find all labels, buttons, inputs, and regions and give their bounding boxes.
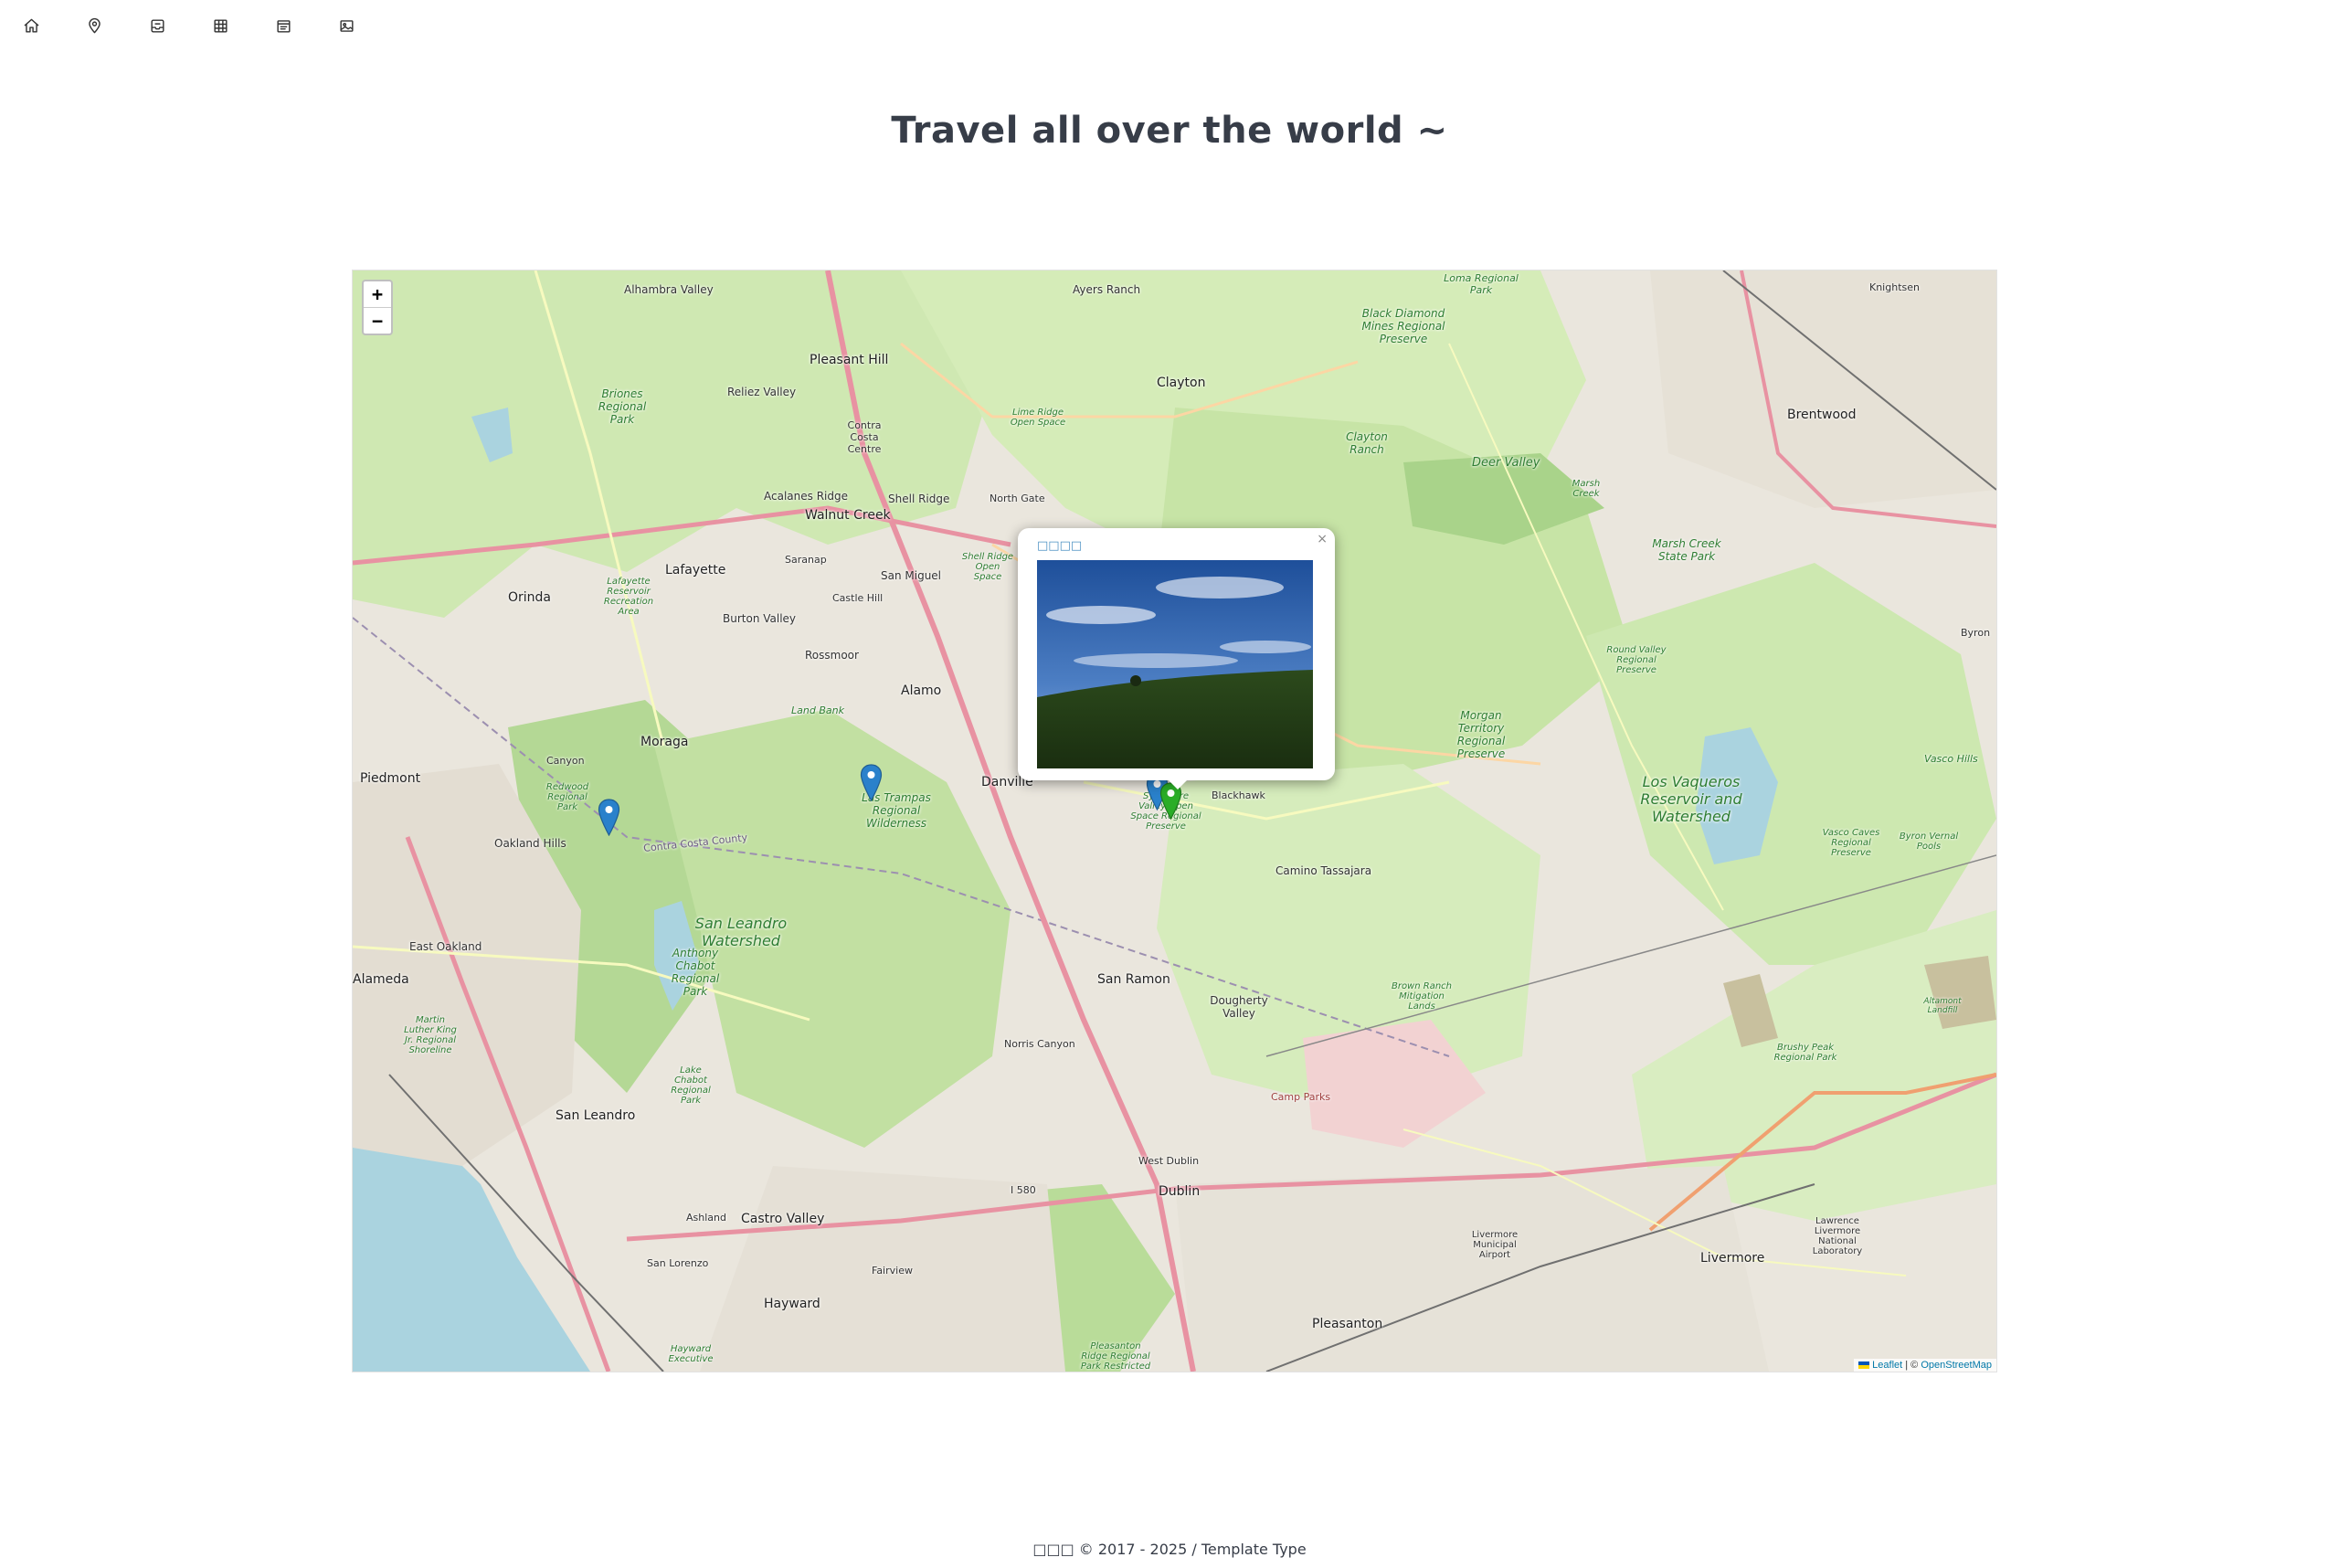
- calendar-list-icon[interactable]: [270, 13, 296, 38]
- map-label: Marsh Creek: [1572, 479, 1601, 499]
- map-label: Canyon: [546, 755, 585, 767]
- map-label: Dublin: [1159, 1184, 1201, 1199]
- leaflet-link[interactable]: Leaflet: [1872, 1360, 1902, 1371]
- map-label: Walnut Creek: [805, 508, 891, 523]
- map-label: Dougherty Valley: [1210, 994, 1268, 1020]
- map-label: Knightsen: [1869, 281, 1920, 293]
- map-label: Vasco Caves Regional Preserve: [1822, 828, 1880, 858]
- map-label: Shell Ridge: [888, 493, 950, 505]
- map-label: Moraga: [640, 735, 689, 749]
- map-label: Black Diamond Mines Regional Preserve: [1361, 307, 1445, 345]
- map-label: Deer Valley: [1472, 456, 1540, 470]
- map-label: Brown Ranch Mitigation Lands: [1391, 981, 1453, 1012]
- map-label: Saranap: [785, 554, 827, 566]
- map-label: Byron Vernal Pools: [1899, 832, 1959, 852]
- map-label: Shell Ridge Open Space: [961, 552, 1014, 582]
- map-label: Castle Hill: [832, 592, 884, 604]
- map-label: Brentwood: [1787, 408, 1857, 422]
- map-marker[interactable]: [598, 799, 620, 836]
- map-label: Fairview: [872, 1265, 913, 1277]
- map-attribution: Leaflet | © OpenStreetMap: [1854, 1359, 1996, 1372]
- map-label: Burton Valley: [723, 612, 797, 625]
- map-label: Land Bank: [791, 705, 844, 716]
- table-icon[interactable]: [207, 13, 233, 38]
- map-label: Camino Tassajara: [1275, 864, 1372, 877]
- map-label: San Leandro: [556, 1108, 636, 1123]
- map-label: Los Vaqueros Reservoir and Watershed: [1640, 773, 1742, 825]
- home-icon[interactable]: [18, 13, 44, 38]
- map-label: Brushy Peak Regional Park: [1773, 1043, 1837, 1063]
- map-label: Rossmoor: [805, 649, 859, 662]
- map-label: Morgan Territory Regional Preserve: [1456, 709, 1506, 760]
- map-label: Livermore Municipal Airport: [1471, 1230, 1519, 1260]
- map-label: Lime Ridge Open Space: [1010, 408, 1066, 428]
- map-label: Clayton: [1157, 376, 1206, 390]
- inbox-icon[interactable]: [144, 13, 170, 38]
- map-label: Oakland Hills: [494, 837, 566, 850]
- map-label: Ayers Ranch: [1073, 283, 1141, 296]
- top-nav: [0, 0, 2339, 51]
- map-label: Lake Chabot Regional Park: [671, 1065, 711, 1106]
- map-label: Lawrence Livermore National Laboratory: [1812, 1216, 1863, 1256]
- map-label: Alamo: [901, 683, 942, 698]
- image-icon[interactable]: [333, 13, 359, 38]
- map-label: Pleasanton: [1312, 1317, 1383, 1331]
- map-label: Vasco Hills: [1924, 753, 1978, 765]
- map-label: West Dublin: [1138, 1155, 1200, 1167]
- popup-title[interactable]: □□□□: [1037, 539, 1082, 553]
- map-popup: × □□□□: [1018, 528, 1335, 789]
- map-label: San Leandro Watershed: [694, 915, 788, 949]
- map-label: San Miguel: [881, 569, 942, 582]
- map-label: Piedmont: [360, 771, 421, 786]
- osm-link[interactable]: OpenStreetMap: [1921, 1360, 1992, 1371]
- map-label: Contra Costa Centre: [847, 419, 882, 455]
- ukraine-flag-icon: [1858, 1361, 1870, 1370]
- map-label: Pleasanton Ridge Regional Park Restricte…: [1080, 1341, 1151, 1372]
- map-label: Redwood Regional Park: [545, 782, 589, 812]
- map-label: Norris Canyon: [1004, 1038, 1075, 1050]
- map-label: Castro Valley: [741, 1212, 825, 1226]
- map-label: Clayton Ranch: [1346, 430, 1388, 456]
- map-label: San Lorenzo: [647, 1257, 709, 1269]
- zoom-control: + −: [362, 280, 393, 335]
- map-label: I 580: [1011, 1184, 1036, 1196]
- map-label: Loma Regional Park: [1444, 272, 1519, 296]
- popup-photo: [1037, 560, 1313, 768]
- map-label: Hayward: [764, 1297, 820, 1311]
- popup-tip: [1167, 779, 1189, 789]
- map-label: East Oakland: [409, 940, 482, 953]
- map-label: Round Valley Regional Preserve: [1606, 645, 1667, 675]
- zoom-out-button[interactable]: −: [364, 307, 391, 334]
- map-label: North Gate: [990, 493, 1045, 504]
- map-label: Livermore: [1700, 1251, 1765, 1266]
- map-label: Altamont Landfill: [1923, 997, 1962, 1015]
- page-title: Travel all over the world ~: [891, 110, 1448, 152]
- map-label: Acalanes Ridge: [764, 490, 848, 503]
- map-label: Anthony Chabot Regional Park: [671, 947, 720, 998]
- map-marker[interactable]: [860, 764, 883, 801]
- map-pin-icon[interactable]: [81, 13, 107, 38]
- map-label: Briones Regional Park: [598, 387, 647, 426]
- map-label: Orinda: [508, 590, 552, 605]
- map-label: Martin Luther King Jr. Regional Shorelin…: [404, 1015, 457, 1055]
- attribution-separator: | ©: [1902, 1360, 1921, 1371]
- map-container[interactable]: Alhambra Valley Ayers Ranch Knightsen Lo…: [352, 270, 1997, 1372]
- map-label: Byron: [1961, 627, 1991, 639]
- footer: □□□ © 2017 - 2025 / Template Type: [1032, 1541, 1307, 1558]
- map-label: Pleasant Hill: [810, 353, 889, 367]
- map-label: Hayward Executive: [668, 1344, 714, 1364]
- map-label: Alhambra Valley: [624, 283, 714, 296]
- map-label: San Ramon: [1097, 972, 1170, 987]
- map-label: Lafayette Reservoir Recreation Area: [603, 577, 654, 617]
- map-label: Blackhawk: [1212, 789, 1265, 801]
- map-label: Lafayette: [665, 563, 726, 577]
- map-label: Reliez Valley: [727, 386, 797, 398]
- popup-close-button[interactable]: ×: [1317, 532, 1328, 546]
- map-label: Marsh Creek State Park: [1652, 537, 1721, 563]
- map-label: Camp Parks: [1271, 1091, 1331, 1103]
- map-label: Alameda: [353, 972, 409, 987]
- zoom-in-button[interactable]: +: [364, 281, 391, 307]
- map-label: Ashland: [686, 1212, 726, 1224]
